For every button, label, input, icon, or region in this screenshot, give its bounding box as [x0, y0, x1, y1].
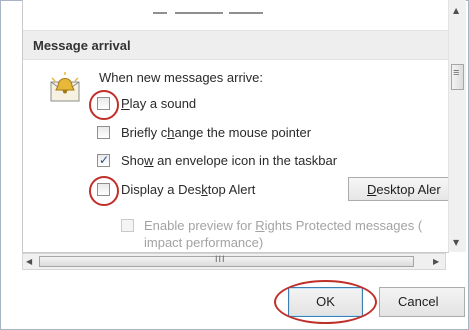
horizontal-scrollbar[interactable]: ◀ III ▶ [22, 253, 446, 270]
new-mail-bell-icon [50, 72, 80, 102]
highlight-circle [89, 90, 119, 120]
section-header: Message arrival [23, 30, 448, 60]
checkbox-box [121, 219, 134, 232]
cancel-button[interactable]: Cancel [379, 287, 465, 317]
section-title: Message arrival [33, 38, 131, 53]
checkbox-box [97, 126, 110, 139]
scroll-down-arrow-icon[interactable]: ▼ [453, 238, 459, 247]
play-sound-label[interactable]: Play a sound [121, 96, 196, 111]
envelope-icon-checkbox[interactable] [97, 153, 110, 167]
intro-text: When new messages arrive: [99, 70, 264, 85]
rights-protected-preview-label-line2: impact performance) [144, 235, 264, 250]
horizontal-scroll-thumb[interactable]: III [39, 254, 414, 267]
envelope-icon-label[interactable]: Show an envelope icon in the taskbar [121, 153, 337, 168]
desktop-alert-label[interactable]: Display a Desktop Alert [121, 182, 255, 197]
vertical-scroll-thumb[interactable]: ≡ [451, 64, 464, 90]
rights-protected-preview-checkbox[interactable] [121, 219, 134, 232]
clipped-text-fragment [229, 12, 263, 14]
highlight-circle [274, 280, 377, 324]
desktop-alert-settings-button[interactable]: Desktop Aler [348, 177, 448, 201]
scroll-left-arrow-icon[interactable]: ◀ [26, 257, 32, 266]
change-pointer-checkbox[interactable] [97, 126, 110, 139]
vertical-scrollbar[interactable]: ▲ ≡ ▼ [448, 0, 466, 252]
scroll-right-arrow-icon[interactable]: ▶ [433, 257, 439, 266]
highlight-circle [89, 176, 119, 206]
rights-protected-preview-label: Enable preview for Rights Protected mess… [144, 218, 423, 233]
scroll-up-arrow-icon[interactable]: ▲ [453, 6, 459, 15]
clipped-text-fragment [153, 12, 167, 14]
checkbox-box [97, 153, 110, 167]
grip-icon: ≡ [453, 67, 460, 79]
scroll-viewport: Message arrival When new messages arrive… [22, 0, 449, 253]
change-pointer-label[interactable]: Briefly change the mouse pointer [121, 125, 311, 140]
clipped-text-fragment [175, 12, 223, 14]
grip-icon: III [215, 254, 226, 264]
